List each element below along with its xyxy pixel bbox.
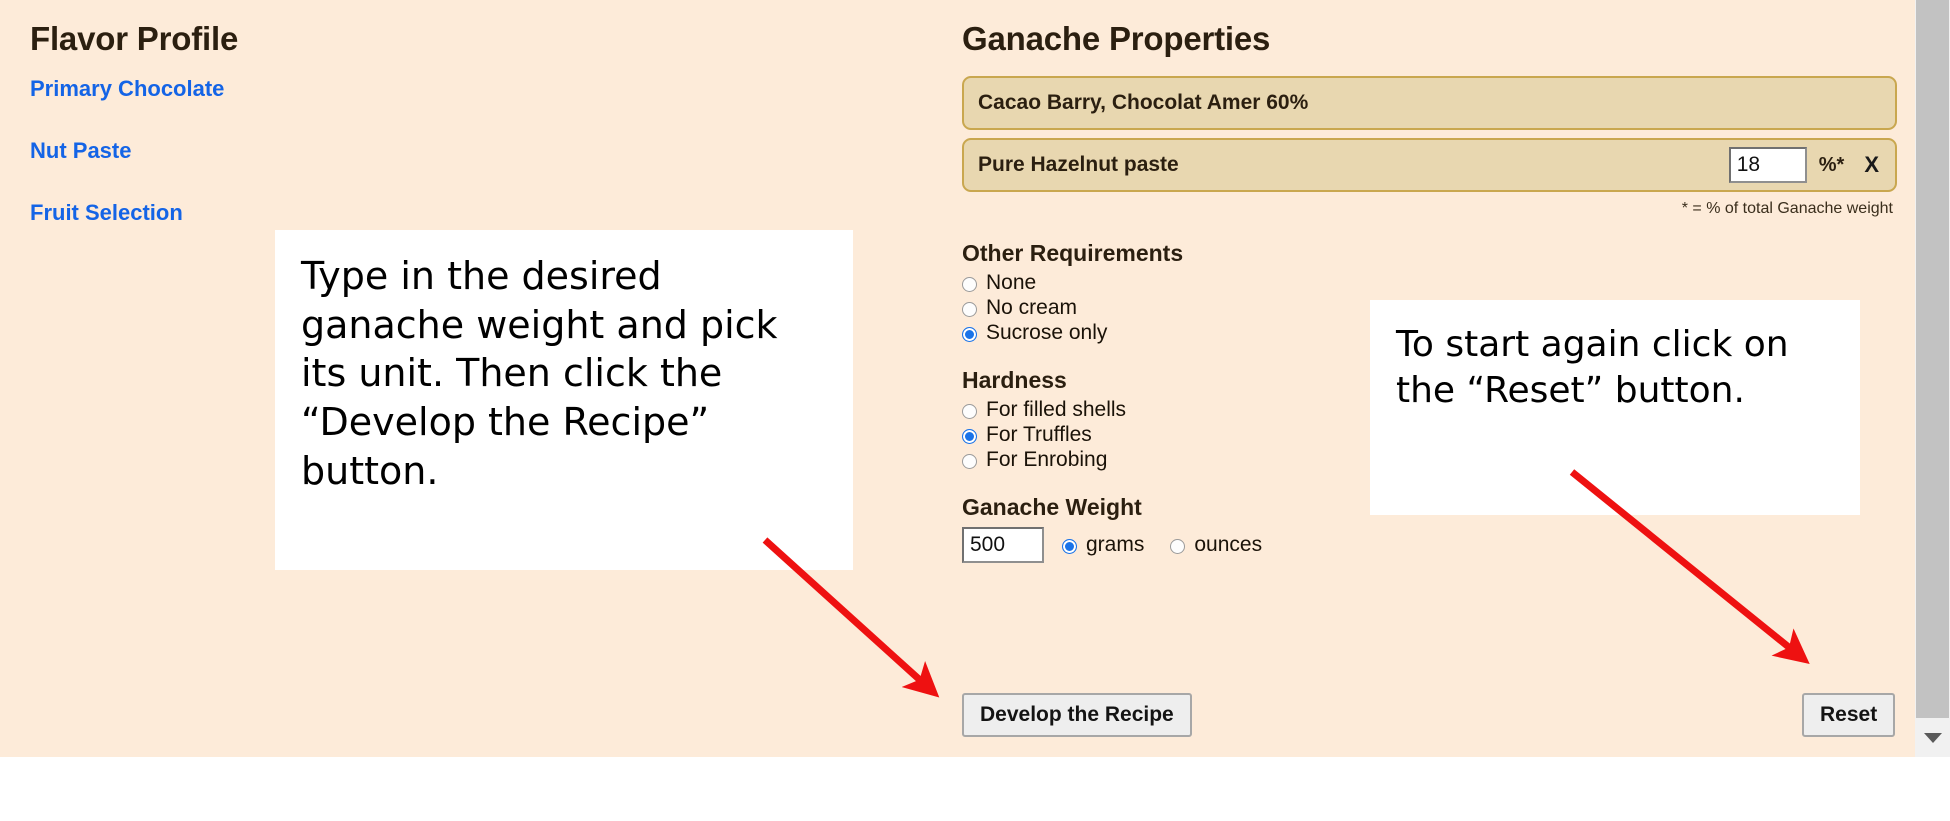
percent-footnote: * = % of total Ganache weight — [1681, 200, 1893, 217]
ingredient-row-chocolate[interactable]: Cacao Barry, Chocolat Amer 60% — [962, 76, 1897, 130]
browser-viewport: Flavor Profile Primary Chocolate Nut Pas… — [0, 0, 1950, 821]
vertical-scrollbar[interactable] — [1915, 0, 1950, 757]
scrollbar-down-button[interactable] — [1915, 718, 1950, 757]
develop-the-recipe-button[interactable]: Develop the Recipe — [962, 693, 1192, 737]
callout-develop-instructions: Type in the desired ganache weight and p… — [275, 230, 853, 570]
radio-indicator-icon[interactable] — [962, 428, 977, 444]
remove-ingredient-icon[interactable]: X — [1864, 152, 1879, 178]
radio-indicator-icon[interactable] — [962, 326, 977, 342]
flavor-link-fruit-selection[interactable]: Fruit Selection — [30, 200, 910, 226]
other-requirements-heading: Other Requirements — [962, 240, 1184, 266]
radio-indicator-icon[interactable] — [1062, 538, 1077, 554]
radio-indicator-icon[interactable] — [962, 301, 977, 317]
ingredient-name: Cacao Barry, Chocolat Amer 60% — [978, 91, 1309, 114]
radio-indicator-icon[interactable] — [1170, 538, 1186, 554]
radio-unit-grams[interactable]: grams — [1062, 533, 1144, 557]
radio-indicator-icon[interactable] — [962, 453, 977, 469]
ganache-weight-input[interactable] — [962, 527, 1044, 563]
reset-button[interactable]: Reset — [1802, 693, 1896, 737]
flavor-profile-panel: Flavor Profile Primary Chocolate Nut Pas… — [30, 20, 910, 262]
radio-label: For Truffles — [986, 423, 1092, 446]
ingredient-percent-input[interactable] — [1728, 147, 1807, 183]
ganache-weight-row: grams ounces — [962, 527, 1897, 563]
radio-unit-ounces[interactable]: ounces — [1170, 533, 1262, 557]
radio-label: Sucrose only — [986, 321, 1108, 344]
ingredient-name: Pure Hazelnut paste — [978, 153, 1179, 176]
radio-label: ounces — [1194, 533, 1263, 556]
radio-label: For filled shells — [986, 398, 1127, 421]
flavor-link-primary-chocolate[interactable]: Primary Chocolate — [30, 76, 910, 102]
percent-unit-label: %* — [1818, 153, 1845, 176]
ingredient-row-nut-paste[interactable]: Pure Hazelnut paste %* X — [962, 138, 1897, 192]
page-content: Flavor Profile Primary Chocolate Nut Pas… — [0, 0, 1915, 757]
flavor-profile-title: Flavor Profile — [30, 20, 239, 57]
radio-label: For Enrobing — [986, 448, 1108, 471]
flavor-link-nut-paste[interactable]: Nut Paste — [30, 138, 910, 164]
callout-reset-instructions: To start again click on the “Reset” butt… — [1370, 300, 1860, 515]
radio-indicator-icon[interactable] — [962, 276, 977, 292]
radio-indicator-icon[interactable] — [962, 403, 977, 419]
scrollbar-thumb[interactable] — [1916, 0, 1949, 718]
radio-label: None — [986, 271, 1037, 294]
radio-other-none[interactable]: None — [962, 271, 1897, 295]
radio-label: No cream — [986, 296, 1078, 319]
chevron-down-icon — [1923, 732, 1942, 743]
ganache-properties-title: Ganache Properties — [962, 20, 1271, 57]
radio-label: grams — [1086, 533, 1145, 556]
